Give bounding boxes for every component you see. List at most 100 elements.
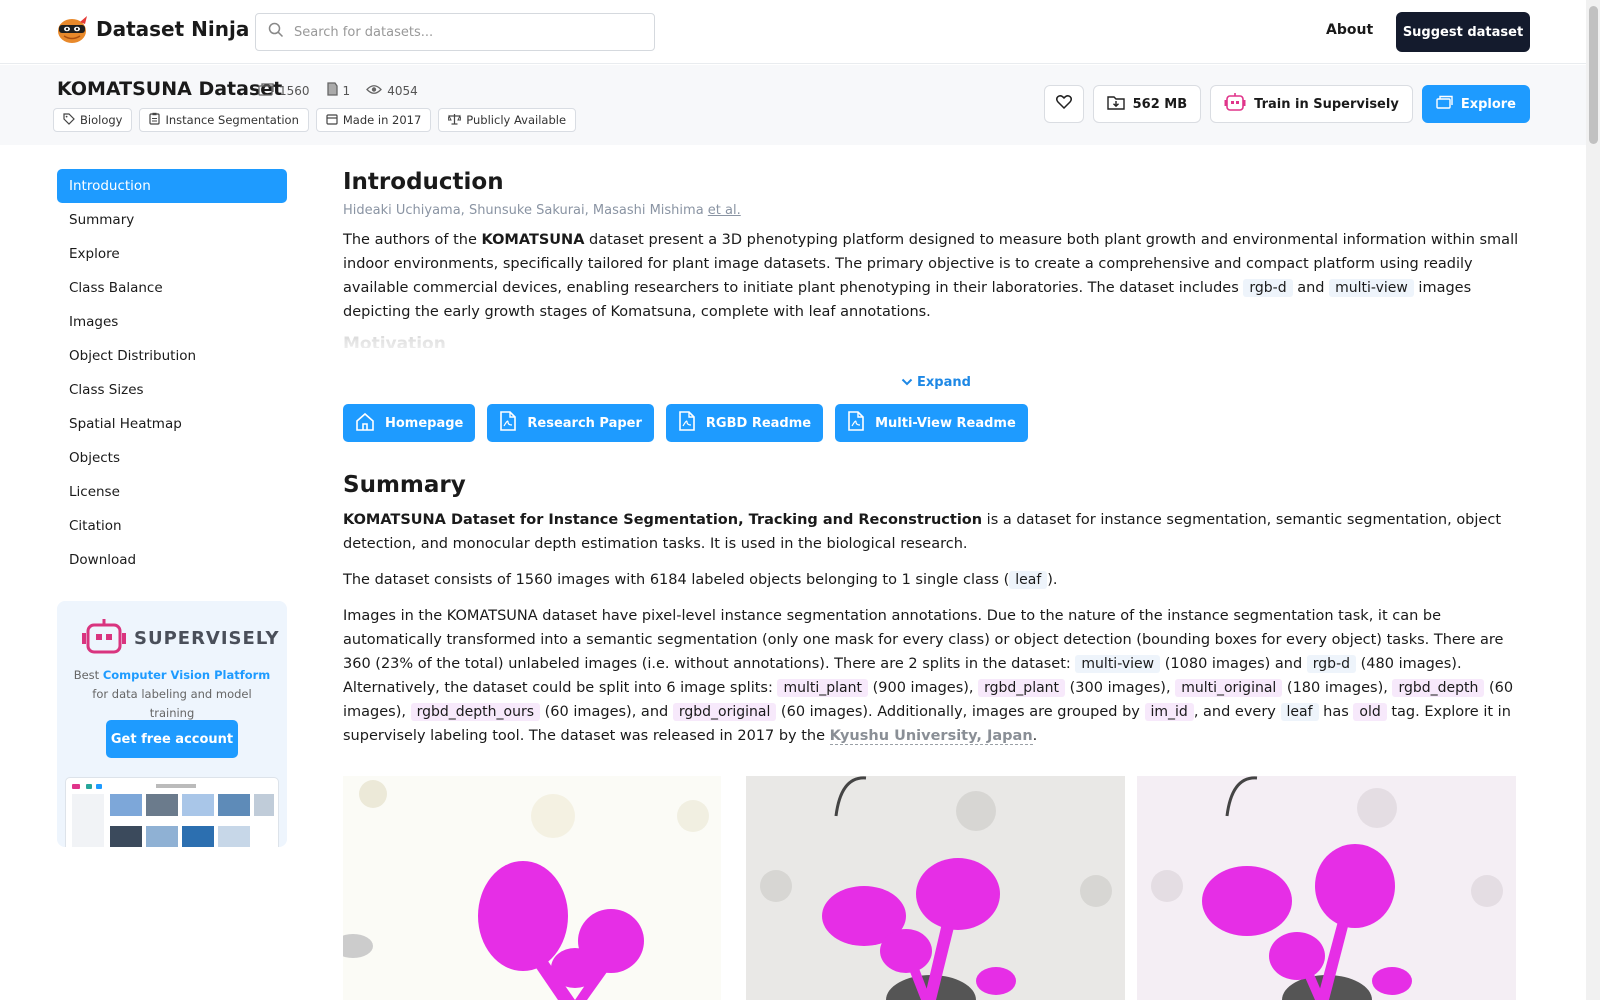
dataset-header: KOMATSUNA Dataset 1560 1 4054 Biology In… (0, 65, 1586, 145)
supervisely-robot-icon (82, 617, 126, 659)
tag-label: Instance Segmentation (165, 113, 299, 127)
sidebar-item-spatial-heatmap[interactable]: Spatial Heatmap (57, 407, 287, 441)
research-paper-label: Research Paper (527, 415, 642, 431)
heart-icon (1055, 95, 1072, 113)
tag-old: old (1353, 703, 1387, 721)
tag-instance-segmentation[interactable]: Instance Segmentation (139, 108, 309, 132)
about-link[interactable]: About (1326, 22, 1373, 38)
sidebar-item-object-distribution[interactable]: Object Distribution (57, 339, 287, 373)
intro-paragraph: The authors of the KOMATSUNA dataset pre… (343, 232, 1519, 320)
platform-screenshot (65, 777, 279, 847)
sample-images-gallery (343, 776, 1516, 1000)
explore-button[interactable]: Explore (1421, 85, 1530, 123)
explore-label: Explore (1460, 96, 1516, 112)
homepage-button[interactable]: Homepage (343, 404, 476, 442)
summary-paragraph-3: Images in the KOMATSUNA dataset have pix… (343, 608, 1514, 745)
sidebar-item-class-balance[interactable]: Class Balance (57, 271, 287, 305)
sample-image-3[interactable] (1137, 776, 1516, 1000)
supervisely-promo-card: SUPERVISELY Best Computer Vision Platfor… (57, 601, 287, 847)
content-fade (343, 339, 1530, 363)
resource-links: Homepage Research Paper RGBD Readme Mult… (343, 404, 1028, 442)
class-leaf: leaf (1280, 703, 1319, 721)
sidebar-item-class-sizes[interactable]: Class Sizes (57, 373, 287, 407)
images-icon (258, 82, 274, 99)
expand-button[interactable]: Expand (901, 375, 971, 390)
rgbd-readme-button[interactable]: RGBD Readme (665, 404, 824, 442)
dataset-tags: Biology Instance Segmentation Made in 20… (53, 108, 577, 132)
classes-count: 1 (326, 82, 351, 99)
classes-count-value: 1 (342, 83, 351, 98)
eye-icon (366, 84, 383, 98)
computer-vision-platform-link[interactable]: Computer Vision Platform (103, 668, 270, 682)
tag-license[interactable]: Publicly Available (438, 108, 577, 132)
search-box[interactable] (255, 13, 655, 51)
images-icon (1436, 95, 1453, 113)
get-free-account-button[interactable]: Get free account (106, 720, 238, 758)
multi-view-readme-button[interactable]: Multi-View Readme (835, 404, 1028, 442)
views-count: 4054 (366, 84, 418, 98)
tag-made-in[interactable]: Made in 2017 (315, 108, 432, 132)
views-count-value: 4054 (387, 83, 418, 98)
sidebar-item-license[interactable]: License (57, 475, 287, 509)
brand-logo[interactable]: Dataset Ninja (56, 14, 249, 44)
sidebar-item-summary[interactable]: Summary (57, 203, 287, 237)
tag-rgbd-depth-ours: rgbd_depth_ours (410, 703, 541, 721)
tag-rgbd-depth: rgbd_depth (1392, 679, 1485, 697)
tag-icon (63, 112, 75, 128)
images-count: 1560 (258, 82, 310, 99)
favorite-button[interactable] (1043, 85, 1084, 123)
sidebar-item-download[interactable]: Download (57, 543, 287, 577)
train-in-supervisely-button[interactable]: Train in Supervisely (1210, 85, 1413, 123)
tag-label: Made in 2017 (342, 113, 422, 127)
pdf-icon (499, 411, 517, 435)
code-rgb-d: rgb-d (1243, 279, 1293, 297)
ninja-logo-icon (56, 14, 88, 44)
sidebar-nav: Introduction Summary Explore Class Balance I… (57, 169, 287, 577)
page-scrollbar[interactable] (1586, 0, 1600, 1000)
authors-names: Hideaki Uchiyama, Shunsuke Sakurai, Masa… (343, 203, 704, 218)
supervisely-robot-icon (1224, 92, 1246, 116)
scrollbar-thumb[interactable] (1589, 6, 1598, 144)
promo-text: Best Computer Vision Platform for data l… (73, 668, 271, 720)
dataset-size: 562 MB (1132, 96, 1188, 112)
sidebar-item-citation[interactable]: Citation (57, 509, 287, 543)
introduction-heading: Introduction (343, 169, 504, 195)
homepage-label: Homepage (385, 415, 464, 431)
sidebar-item-objects[interactable]: Objects (57, 441, 287, 475)
sidebar-item-explore[interactable]: Explore (57, 237, 287, 271)
search-input[interactable] (294, 24, 634, 40)
tag-label: Publicly Available (466, 113, 567, 127)
folder-download-icon (1106, 95, 1125, 114)
download-size-button[interactable]: 562 MB (1092, 85, 1202, 123)
split-multi-view: multi-view (1075, 655, 1161, 673)
class-leaf: leaf (1009, 571, 1048, 589)
research-paper-button[interactable]: Research Paper (487, 404, 654, 442)
classes-icon (326, 82, 338, 99)
multi-view-readme-label: Multi-View Readme (875, 415, 1016, 431)
authors-line: Hideaki Uchiyama, Shunsuke Sakurai, Masa… (343, 203, 1530, 218)
calendar-icon (326, 113, 338, 128)
tag-rgbd-plant: rgbd_plant (978, 679, 1066, 697)
tag-rgbd-original: rgbd_original (672, 703, 777, 721)
summary-paragraph-1: KOMATSUNA Dataset for Instance Segmentat… (343, 512, 1501, 552)
tag-multi-original: multi_original (1175, 679, 1283, 697)
tag-label: Biology (80, 113, 123, 127)
tag-multi-plant: multi_plant (777, 679, 868, 697)
tag-im-id: im_id (1144, 703, 1194, 721)
et-al-link[interactable]: et al. (708, 203, 741, 218)
expand-label: Expand (917, 375, 971, 390)
university-link[interactable]: Kyushu University, Japan (829, 728, 1033, 745)
sample-image-2[interactable] (746, 776, 1125, 1000)
dataset-title: KOMATSUNA Dataset (57, 78, 283, 100)
home-icon (355, 412, 375, 435)
supervisely-logo: SUPERVISELY (82, 617, 280, 659)
pdf-icon (678, 411, 696, 435)
suggest-dataset-button[interactable]: Suggest dataset (1396, 12, 1530, 52)
split-rgb-d: rgb-d (1306, 655, 1357, 673)
tag-biology[interactable]: Biology (53, 108, 133, 132)
sample-image-1[interactable] (343, 776, 721, 1000)
introduction-section: Introduction Hideaki Uchiyama, Shunsuke … (343, 169, 1530, 444)
sidebar-item-introduction[interactable]: Introduction (57, 169, 287, 203)
sidebar-item-images[interactable]: Images (57, 305, 287, 339)
clipboard-icon (149, 112, 161, 128)
